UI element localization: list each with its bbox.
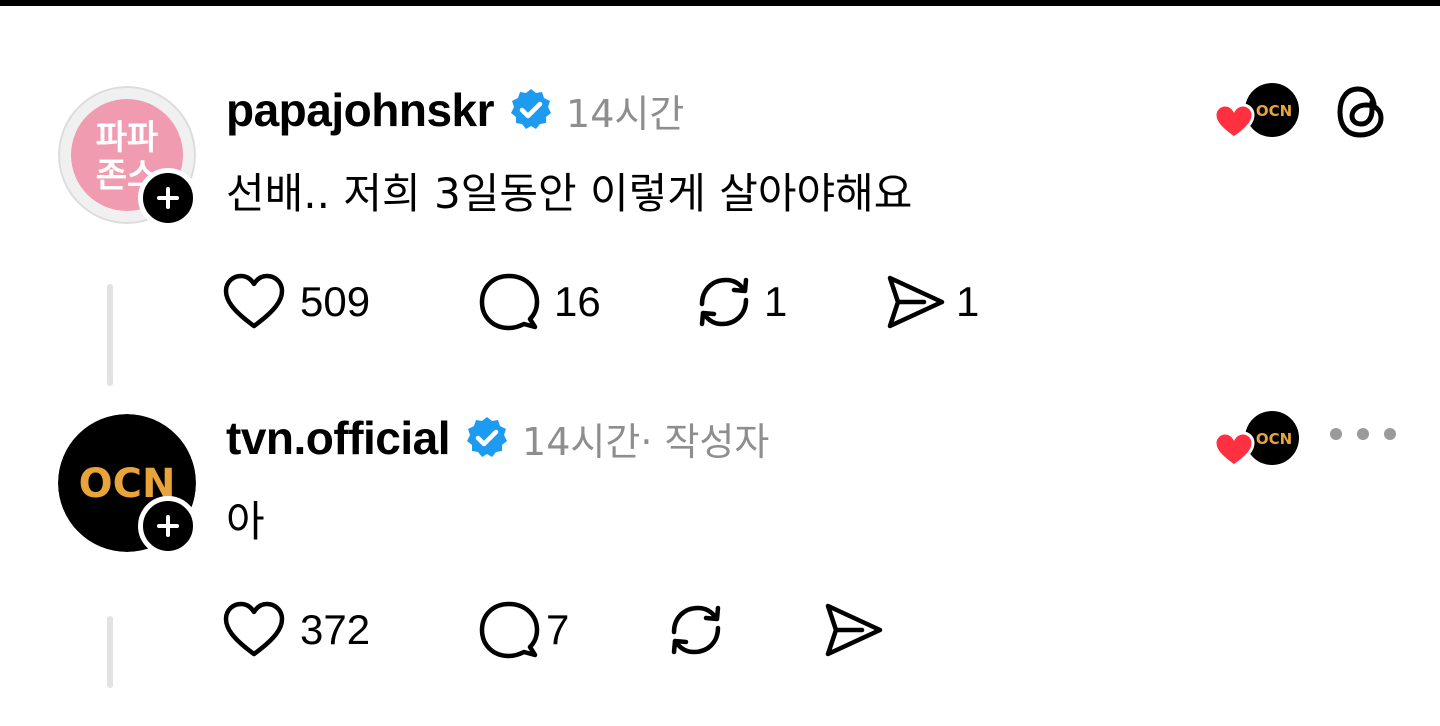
- post-right-cluster: OCN: [0, 70, 1440, 140]
- like-count: 509: [300, 278, 371, 325]
- top-edge-bar: [0, 0, 1440, 6]
- thread-connector-line: [107, 616, 113, 688]
- plus-icon: [157, 187, 179, 209]
- liked-by-avatar[interactable]: OCN: [1212, 408, 1304, 472]
- more-dot: [1357, 428, 1369, 440]
- share-button[interactable]: 1: [884, 270, 979, 334]
- repost-icon: [671, 605, 721, 655]
- heart-icon: [1213, 103, 1255, 140]
- post-text: 아: [226, 497, 265, 546]
- reply-button[interactable]: 7: [478, 598, 569, 662]
- heart-icon: [1213, 431, 1255, 468]
- heart-icon: [223, 273, 285, 329]
- post-right-cluster: OCN: [0, 398, 1440, 468]
- plus-icon: [157, 515, 179, 537]
- share-icon: [887, 275, 945, 329]
- thread-connector-line: [107, 284, 113, 386]
- liked-by-avatar[interactable]: OCN: [1212, 80, 1304, 144]
- heart-icon: [223, 601, 285, 657]
- reply-button[interactable]: 16: [478, 270, 601, 334]
- more-icon[interactable]: [1330, 416, 1396, 452]
- comment-icon: [479, 601, 540, 659]
- post-text: 선배.. 저희 3일동안 이렇게 살아야해요: [226, 169, 913, 218]
- like-button[interactable]: 509: [222, 270, 370, 334]
- thread-post: OCN tvn.official 14시간 · 작성자 아 372 7 OCN: [0, 398, 1440, 726]
- repost-button[interactable]: [664, 598, 728, 662]
- repost-icon: [699, 277, 749, 327]
- comment-icon: [479, 273, 540, 331]
- repost-count: 1: [764, 278, 788, 325]
- threads-logo-icon[interactable]: [1334, 80, 1390, 144]
- thread-post: 파파 존스 papajohnskr 14시간 선배.. 저희 3일동안 이렇게 …: [0, 70, 1440, 400]
- like-button[interactable]: 372: [222, 598, 370, 662]
- share-button[interactable]: [822, 598, 886, 662]
- liker-logo-text: OCN: [1256, 430, 1292, 448]
- repost-button[interactable]: 1: [692, 270, 787, 334]
- follow-plus-button[interactable]: [138, 168, 198, 228]
- reply-count: 16: [554, 278, 601, 325]
- share-count: 1: [956, 278, 980, 325]
- more-dot: [1330, 428, 1342, 440]
- like-count: 372: [300, 606, 371, 653]
- share-icon: [825, 603, 883, 657]
- reply-count: 7: [546, 606, 570, 653]
- more-dot: [1384, 428, 1396, 440]
- follow-plus-button[interactable]: [138, 496, 198, 556]
- liker-logo-text: OCN: [1256, 102, 1292, 120]
